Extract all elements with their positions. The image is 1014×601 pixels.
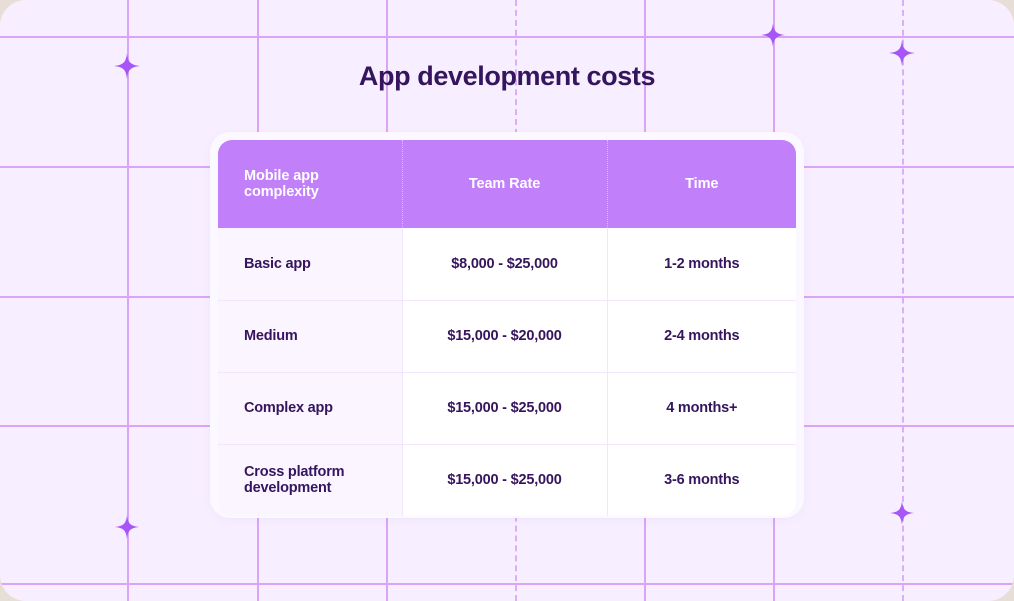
cell-time: 2-4 months (607, 300, 796, 373)
cell-complexity: Cross platform development (218, 444, 403, 516)
infographic-canvas: App development costs Mobile app complex… (0, 0, 1014, 601)
table-row: Cross platform development $15,000 - $25,… (218, 444, 796, 516)
page-title: App development costs (358, 61, 656, 91)
column-header-complexity: Mobile app complexity (218, 140, 403, 228)
table-header-row: Mobile app complexity Team Rate Time (218, 140, 796, 228)
cell-time: 1-2 months (607, 228, 796, 301)
cell-rate: $15,000 - $25,000 (402, 444, 608, 516)
cell-rate: $15,000 - $25,000 (402, 372, 608, 445)
cell-rate: $8,000 - $25,000 (402, 228, 608, 301)
sparkle-icon (890, 501, 914, 525)
cost-table-card: Mobile app complexity Team Rate Time Bas… (210, 132, 804, 518)
table-row: Medium $15,000 - $20,000 2-4 months (218, 300, 796, 373)
table-body: Basic app $8,000 - $25,000 1-2 months Mediu… (218, 228, 796, 516)
table-row: Basic app $8,000 - $25,000 1-2 months (218, 228, 796, 301)
column-header-team-rate: Team Rate (402, 140, 608, 228)
sparkle-icon (115, 515, 139, 539)
cell-complexity: Basic app (218, 228, 403, 301)
cell-complexity: Medium (218, 300, 403, 373)
sparkle-icon (761, 23, 785, 47)
cell-time: 4 months+ (607, 372, 796, 445)
cost-table: Mobile app complexity Team Rate Time Bas… (218, 140, 796, 516)
cell-complexity: Complex app (218, 372, 403, 445)
table-row: Complex app $15,000 - $25,000 4 months+ (218, 372, 796, 445)
grid-line-horizontal-0 (0, 36, 1014, 38)
column-header-time: Time (607, 140, 796, 228)
table-header: Mobile app complexity Team Rate Time (218, 140, 796, 228)
grid-line-horizontal-4 (0, 583, 1014, 585)
cell-rate: $15,000 - $20,000 (402, 300, 608, 373)
cell-time: 3-6 months (607, 444, 796, 516)
